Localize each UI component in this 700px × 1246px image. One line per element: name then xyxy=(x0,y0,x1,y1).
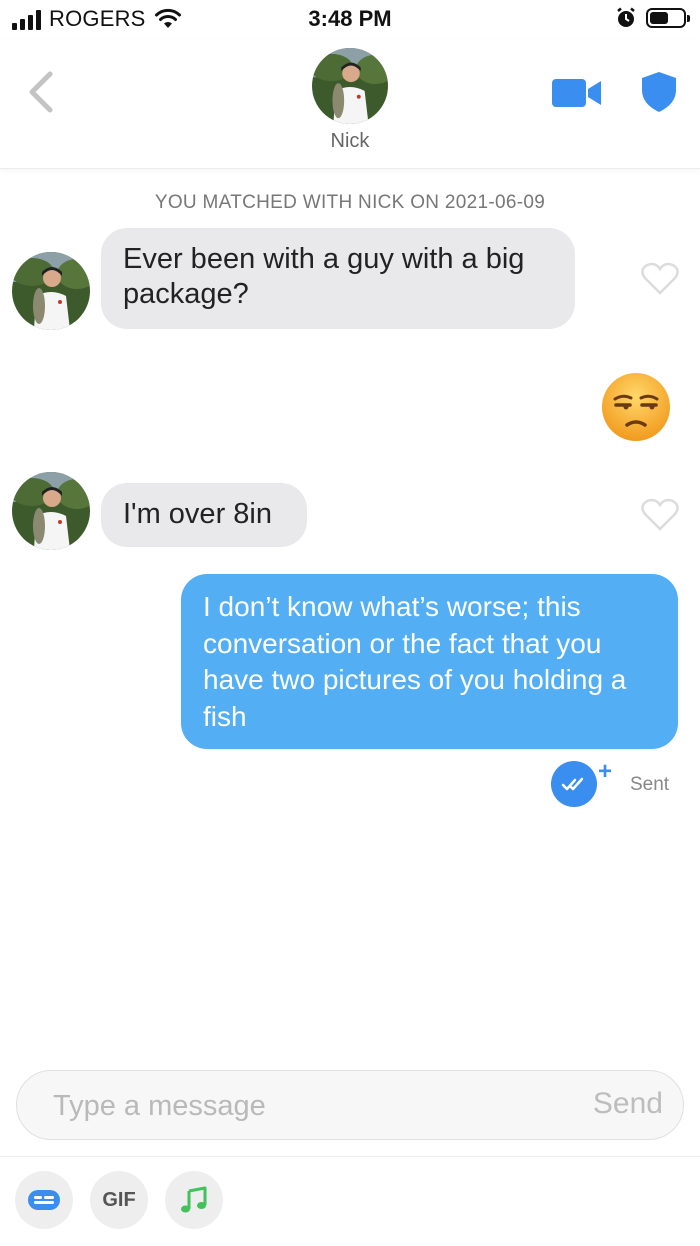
status-time: 3:48 PM xyxy=(308,6,392,31)
send-button[interactable]: Send xyxy=(593,1087,663,1121)
status-bar: ROGERS 3:48 PM xyxy=(0,0,700,40)
avatar-photo xyxy=(12,472,90,550)
avatar-photo xyxy=(312,48,388,124)
status-right xyxy=(616,7,690,29)
sticker-icon xyxy=(28,1190,60,1210)
alarm-icon xyxy=(617,7,635,27)
music-note-icon xyxy=(181,1186,207,1213)
back-chevron-icon[interactable] xyxy=(22,68,62,116)
sticker-button[interactable] xyxy=(15,1171,73,1229)
message-avatar[interactable] xyxy=(12,252,90,330)
double-check-icon xyxy=(561,777,584,791)
read-receipt-plus[interactable]: + xyxy=(598,758,612,786)
message-bubble-incoming[interactable]: Ever been with a guy with a big package? xyxy=(101,228,575,329)
shield-icon[interactable] xyxy=(640,70,678,114)
message-avatar[interactable] xyxy=(12,472,90,550)
unamused-face-icon[interactable] xyxy=(601,372,671,442)
read-receipt[interactable] xyxy=(551,761,597,807)
avatar-photo xyxy=(12,252,90,330)
heart-icon[interactable] xyxy=(641,498,679,532)
gif-button[interactable]: GIF xyxy=(90,1171,148,1229)
composer-toolbar: GIF xyxy=(0,1156,700,1246)
video-camera-icon[interactable] xyxy=(551,76,603,110)
gif-label: GIF xyxy=(102,1188,136,1211)
sent-status: Sent xyxy=(630,774,670,795)
heart-icon[interactable] xyxy=(641,262,679,296)
battery-fill xyxy=(650,12,668,24)
contact-name[interactable]: Nick xyxy=(0,130,700,153)
message-input[interactable] xyxy=(51,1085,555,1127)
chat-header: Nick xyxy=(0,40,700,169)
message-bubble-outgoing[interactable]: I don’t know what’s worse; this conversa… xyxy=(181,574,678,749)
music-button[interactable] xyxy=(165,1171,223,1229)
message-bubble-incoming[interactable]: I'm over 8in xyxy=(101,483,307,547)
battery-icon xyxy=(646,8,690,28)
message-composer: Send xyxy=(16,1070,684,1140)
contact-avatar[interactable] xyxy=(312,48,388,124)
match-note: YOU MATCHED WITH NICK ON 2021-06-09 xyxy=(154,192,546,213)
